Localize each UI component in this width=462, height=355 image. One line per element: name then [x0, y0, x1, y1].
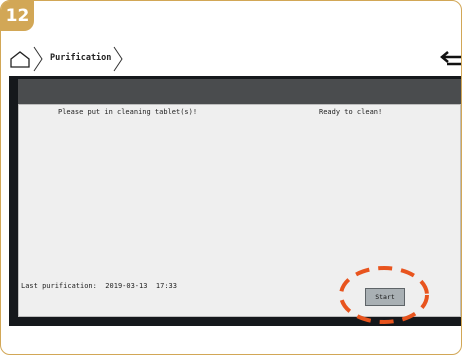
breadcrumb-current[interactable]: Purification [50, 53, 111, 63]
last-purification-date: 2019-03-13 [105, 282, 148, 290]
home-icon[interactable] [9, 50, 31, 68]
last-purification-label: Last purification: [21, 282, 97, 290]
status-text: Ready to clean! [319, 108, 383, 116]
screen-header-bar [18, 79, 461, 104]
step-number-badge: 12 [1, 1, 34, 31]
back-arrow-icon[interactable] [437, 51, 462, 71]
last-purification-time: 17:33 [155, 282, 177, 290]
highlight-circle [339, 266, 429, 324]
instruction-text: Please put in cleaning tablet(s)! [58, 108, 198, 116]
instruction-frame: 12 Purification Please put in cleaning t… [0, 0, 462, 355]
last-purification-line: Last purification: 2019-03-13 17:33 [21, 282, 177, 290]
breadcrumb: Purification [6, 45, 136, 73]
